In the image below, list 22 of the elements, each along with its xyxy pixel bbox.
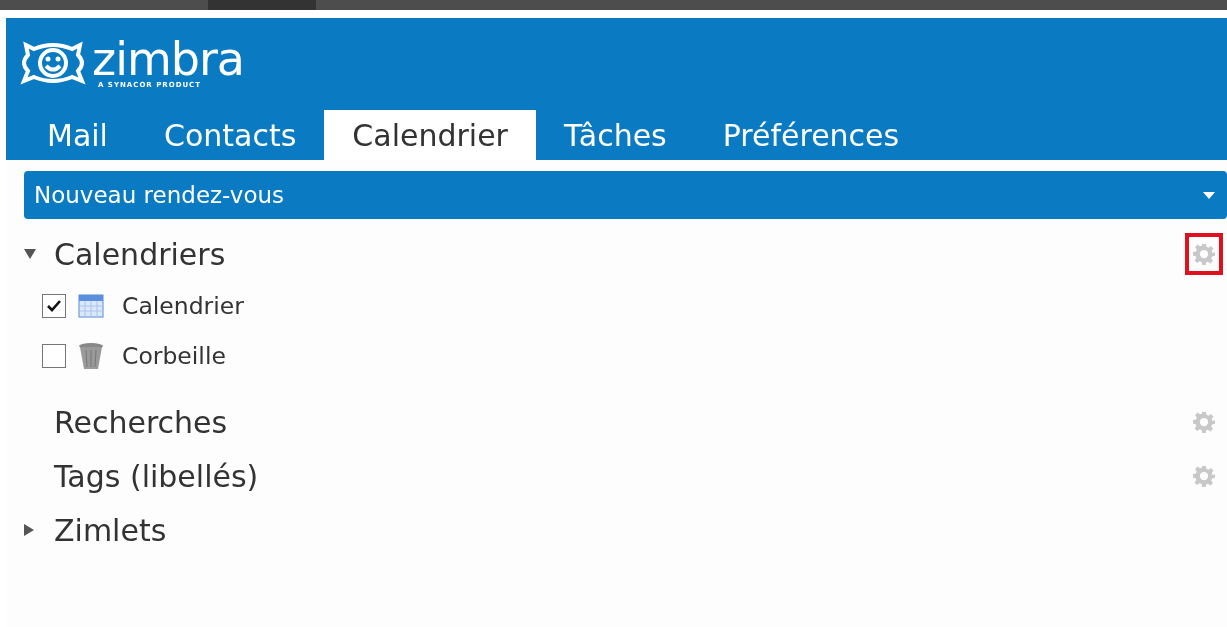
new-appointment-button[interactable]: Nouveau rendez-vous [24,171,1227,219]
calendar-icon [78,294,104,318]
calendar-list-item[interactable]: Corbeille [122,342,226,370]
section-header[interactable]: Zimlets [54,512,1223,548]
logo-wordmark: zimbra [92,37,245,81]
app-tab[interactable]: Tâches [535,110,695,160]
app-tab[interactable]: Calendrier [324,110,536,160]
trash-icon [78,342,104,370]
expanded-arrow-icon[interactable] [24,249,36,259]
app-tab[interactable]: Mail [19,110,136,160]
collapsed-arrow-icon[interactable] [24,524,34,536]
section-header[interactable]: Tags (libellés) [54,458,1185,494]
check-icon [47,300,61,312]
smiley-logo-icon [18,39,88,87]
app-tab[interactable]: Préférences [694,110,928,160]
checkbox[interactable] [42,294,66,318]
section-header[interactable]: Calendriers [54,236,1185,272]
section-header[interactable]: Recherches [54,404,1185,440]
calendar-list-item[interactable]: Calendrier [122,292,244,320]
app-tab[interactable]: Contacts [135,110,325,160]
checkbox[interactable] [42,344,66,368]
caret-icon [1203,191,1215,199]
